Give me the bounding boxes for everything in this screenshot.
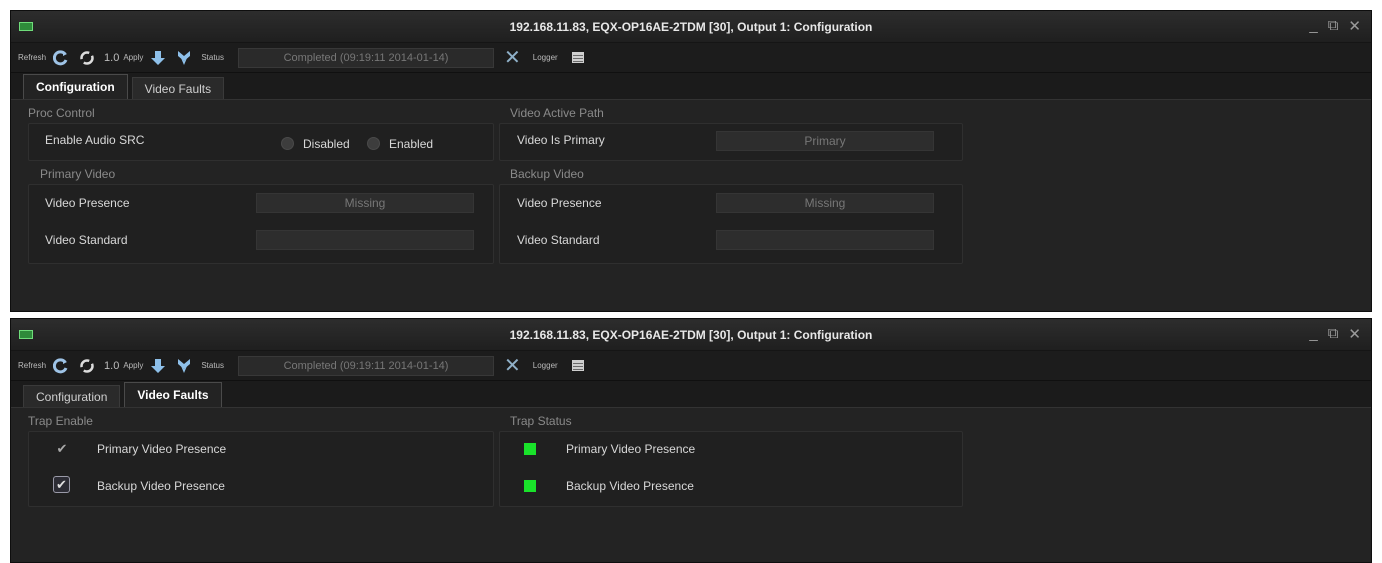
title-bar[interactable]: 192.168.11.83, EQX-OP16AE-2TDM [30], Out… <box>11 11 1371 43</box>
apply-all-down-arrow-icon[interactable] <box>175 357 193 375</box>
minimize-icon[interactable]: _ <box>1309 17 1317 35</box>
restore-icon[interactable]: ⧉ <box>1328 325 1339 343</box>
auto-refresh-icon[interactable] <box>78 49 96 67</box>
refresh-rate-value[interactable]: 1.0 <box>104 52 119 64</box>
audio-src-enabled-radio[interactable] <box>367 137 380 150</box>
toolbar: Refresh 1.0 Apply Status Completed (09:1… <box>11 351 1371 381</box>
primary-video-presence-status-led <box>524 443 536 455</box>
trap-status-backup-label: Backup Video Presence <box>566 479 694 493</box>
close-icon[interactable]: ✕ <box>1348 325 1361 343</box>
status-label: Status <box>201 53 225 62</box>
refresh-rate-value[interactable]: 1.0 <box>104 360 119 372</box>
apply-label: Apply <box>123 361 144 370</box>
config-window-configuration-tab: 192.168.11.83, EQX-OP16AE-2TDM [30], Out… <box>10 10 1372 312</box>
enable-audio-src-label: Enable Audio SRC <box>45 133 145 147</box>
video-is-primary-label: Video Is Primary <box>517 133 605 147</box>
primary-video-presence-label: Video Presence <box>45 196 130 210</box>
minimize-icon[interactable]: _ <box>1309 325 1317 343</box>
tab-configuration[interactable]: Configuration <box>23 385 121 407</box>
refresh-label: Refresh <box>18 361 47 370</box>
toolbar: Refresh 1.0 Apply Status Completed (09:1… <box>11 43 1371 73</box>
close-icon[interactable]: ✕ <box>1348 17 1361 35</box>
trap-status-panel: Primary Video Presence Backup Video Pres… <box>499 431 963 507</box>
primary-video-standard-label: Video Standard <box>45 233 128 247</box>
status-label: Status <box>201 361 225 370</box>
title-bar[interactable]: 192.168.11.83, EQX-OP16AE-2TDM [30], Out… <box>11 319 1371 351</box>
apply-all-down-arrow-icon[interactable] <box>175 49 193 67</box>
primary-video-presence-checkbox[interactable]: ✔ <box>55 442 69 456</box>
refresh-icon[interactable] <box>52 49 70 67</box>
backup-video-standard-label: Video Standard <box>517 233 600 247</box>
audio-src-disabled-radio[interactable] <box>281 137 294 150</box>
tab-video-faults[interactable]: Video Faults <box>131 77 225 99</box>
clear-status-icon[interactable]: ✕ <box>504 356 521 376</box>
video-active-path-title: Video Active Path <box>510 106 604 120</box>
primary-video-presence-value: Missing <box>256 193 474 213</box>
trap-status-title: Trap Status <box>510 414 572 428</box>
clear-status-icon[interactable]: ✕ <box>504 48 521 68</box>
status-field: Completed (09:19:11 2014-01-14) <box>238 355 495 376</box>
trap-enable-backup-label: Backup Video Presence <box>97 479 225 493</box>
backup-video-panel: Video Presence Missing Video Standard <box>499 184 963 264</box>
primary-video-title: Primary Video <box>40 167 116 181</box>
primary-video-panel: Video Presence Missing Video Standard <box>28 184 494 264</box>
audio-src-enabled-label: Enabled <box>389 137 434 151</box>
tab-video-faults[interactable]: Video Faults <box>124 382 222 407</box>
backup-video-presence-status-led <box>524 480 536 492</box>
trap-enable-primary-label: Primary Video Presence <box>97 442 227 456</box>
apply-label: Apply <box>123 53 144 62</box>
video-active-path-panel: Video Is Primary Primary <box>499 123 963 161</box>
proc-control-title: Proc Control <box>28 106 95 120</box>
auto-refresh-icon[interactable] <box>78 357 96 375</box>
window-title: 192.168.11.83, EQX-OP16AE-2TDM [30], Out… <box>509 20 873 34</box>
backup-video-presence-label: Video Presence <box>517 196 602 210</box>
apply-down-arrow-icon[interactable] <box>149 357 167 375</box>
restore-icon[interactable]: ⧉ <box>1328 17 1339 35</box>
proc-control-panel: Enable Audio SRC Disabled Enabled <box>28 123 494 161</box>
logger-label: Logger <box>532 361 558 370</box>
status-field: Completed (09:19:11 2014-01-14) <box>238 47 495 68</box>
backup-video-presence-checkbox[interactable]: ✔ <box>53 476 70 493</box>
backup-video-title: Backup Video <box>510 167 584 181</box>
backup-video-standard-value <box>716 230 934 250</box>
trap-enable-title: Trap Enable <box>28 414 93 428</box>
config-window-video-faults-tab: 192.168.11.83, EQX-OP16AE-2TDM [30], Out… <box>10 318 1372 563</box>
refresh-icon[interactable] <box>52 357 70 375</box>
logger-label: Logger <box>532 53 558 62</box>
trap-enable-panel: ✔ Primary Video Presence ✔ Backup Video … <box>28 431 494 507</box>
apply-down-arrow-icon[interactable] <box>149 49 167 67</box>
logger-icon[interactable] <box>571 52 584 63</box>
refresh-label: Refresh <box>18 53 47 62</box>
audio-src-disabled-label: Disabled <box>303 137 350 151</box>
tab-bar: Configuration Video Faults <box>11 381 1371 408</box>
trap-status-primary-label: Primary Video Presence <box>566 442 696 456</box>
logger-icon[interactable] <box>571 360 584 371</box>
primary-video-standard-value <box>256 230 474 250</box>
tab-bar: Configuration Video Faults <box>11 73 1371 100</box>
video-is-primary-value: Primary <box>716 131 934 151</box>
backup-video-presence-value: Missing <box>716 193 934 213</box>
tab-configuration[interactable]: Configuration <box>23 74 128 99</box>
window-title: 192.168.11.83, EQX-OP16AE-2TDM [30], Out… <box>509 328 873 342</box>
